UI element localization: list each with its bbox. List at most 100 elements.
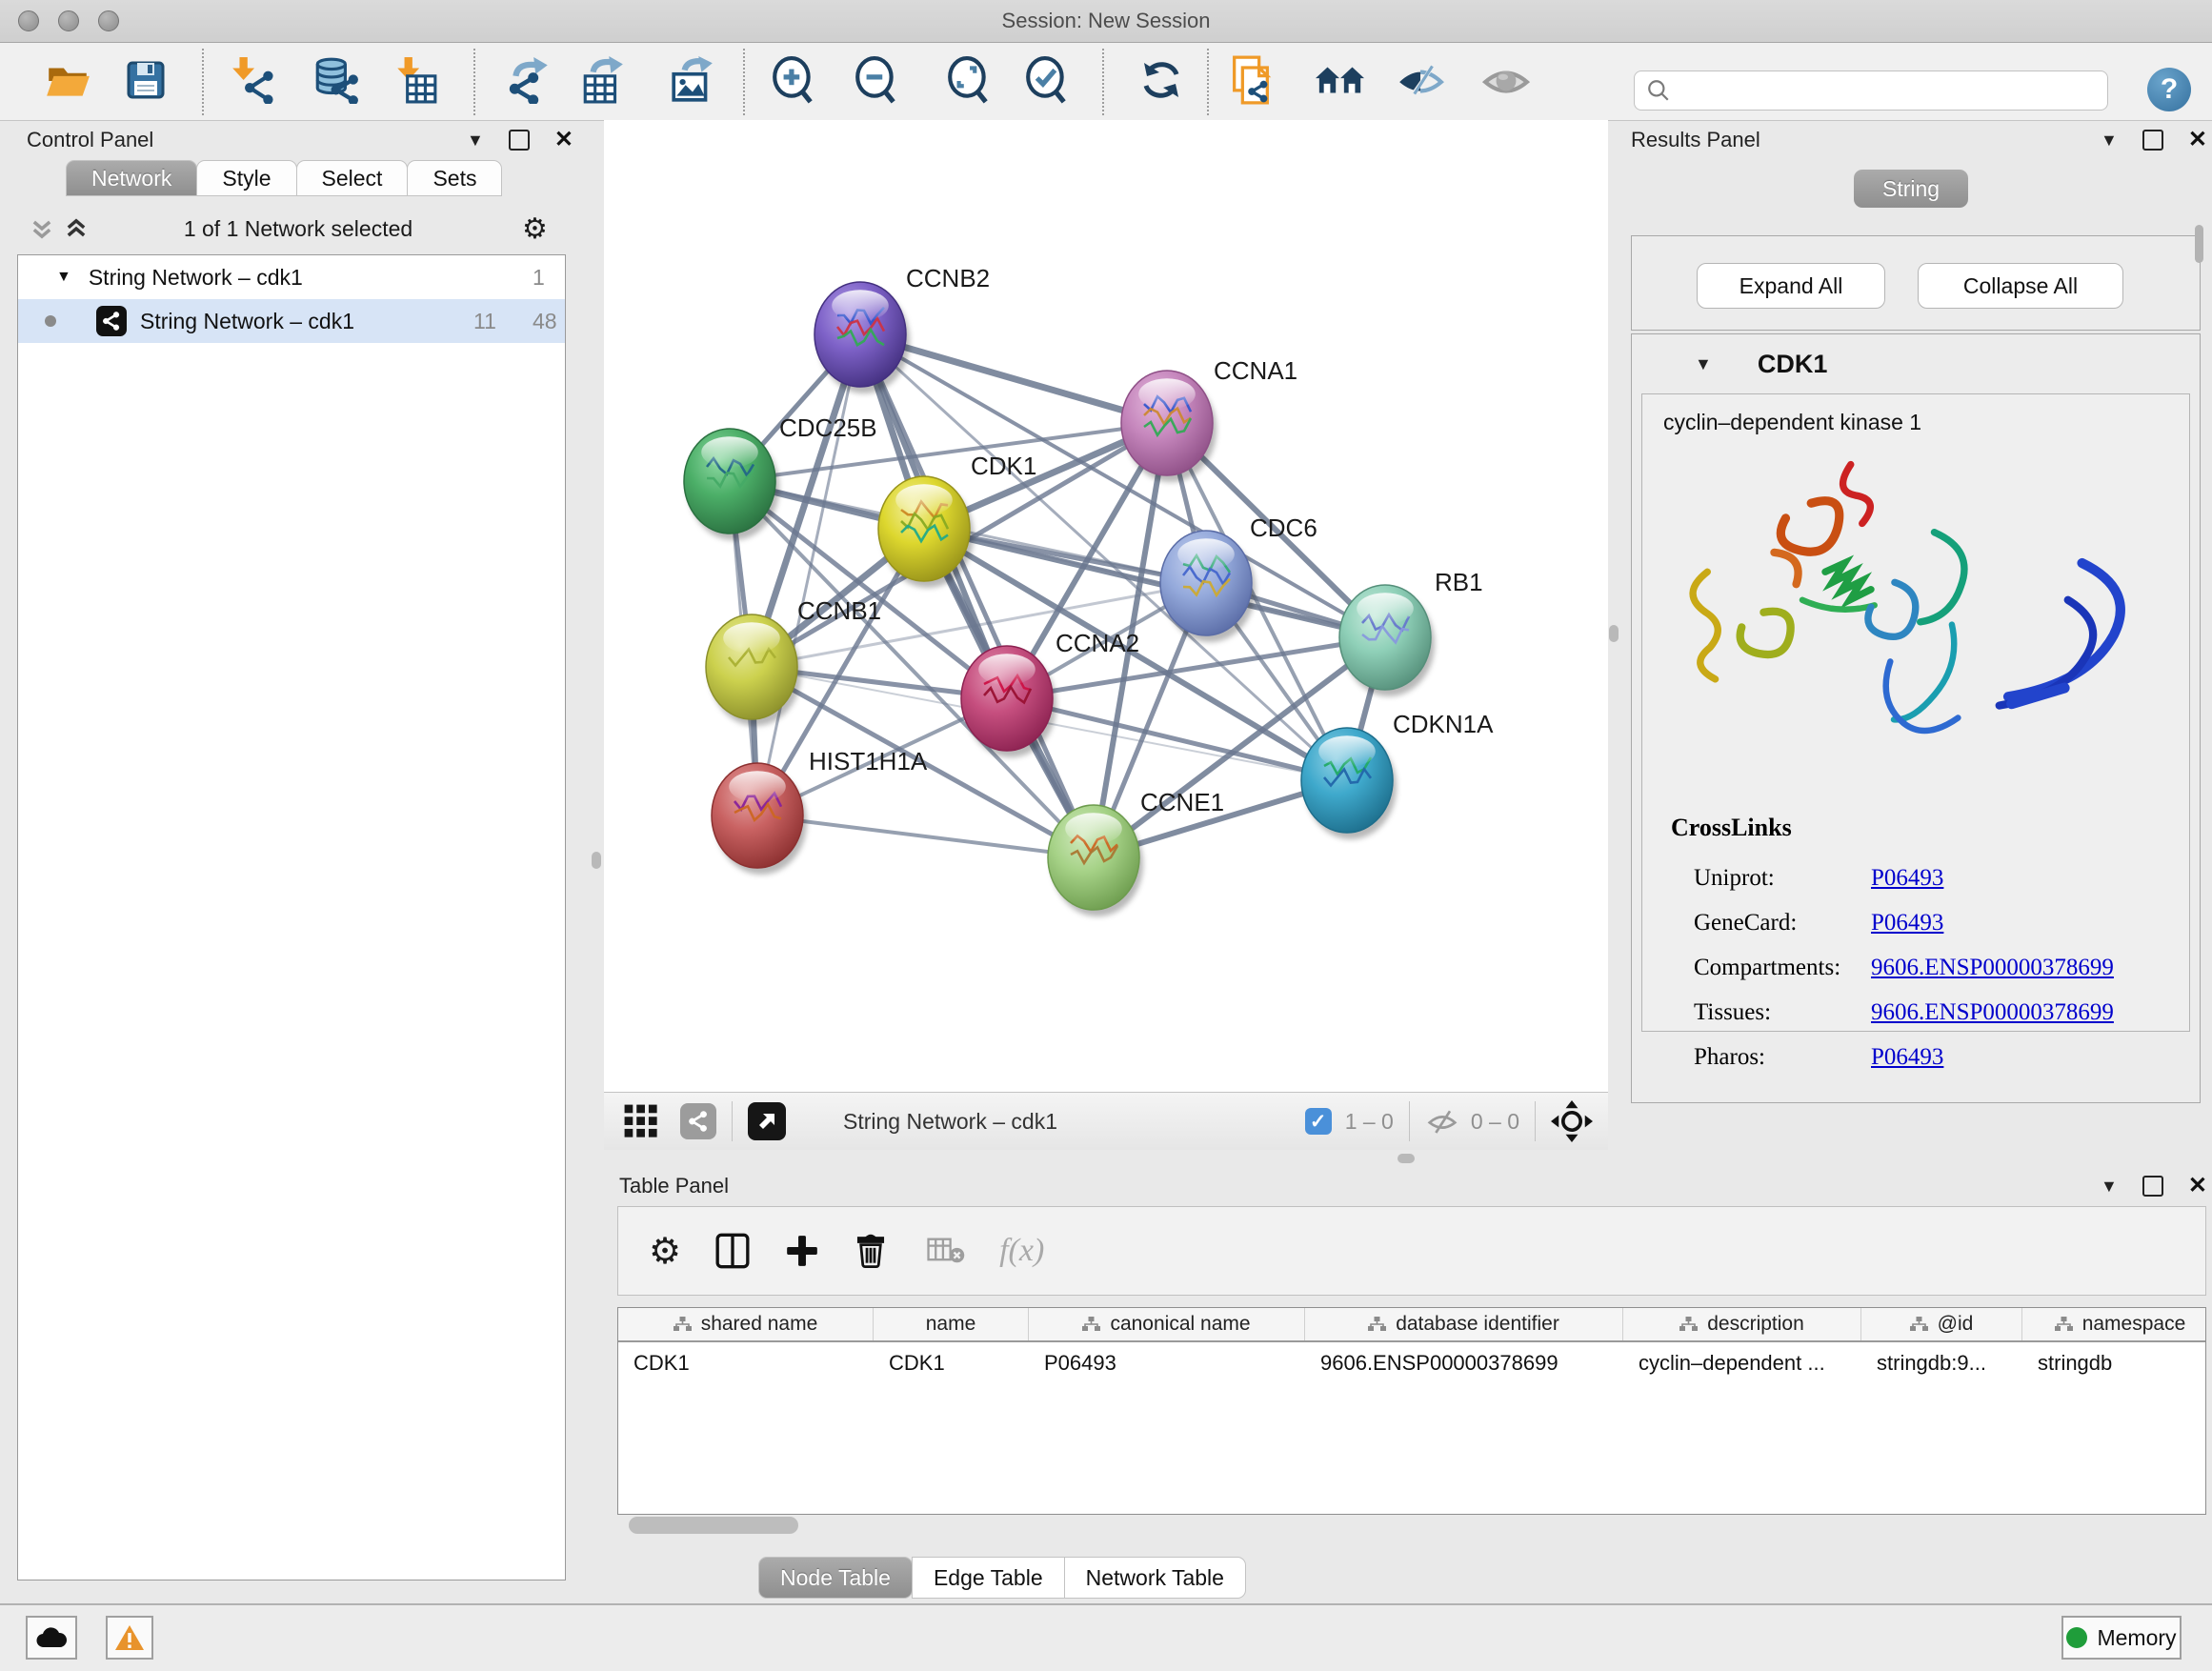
tab-edge-table[interactable]: Edge Table xyxy=(912,1557,1065,1599)
network-node-rb1[interactable]: RB1 xyxy=(1339,568,1483,696)
table-cell[interactable]: CDK1 xyxy=(618,1342,874,1384)
close-panel-icon[interactable]: ✕ xyxy=(2188,1178,2207,1195)
delete-column-trash-icon[interactable] xyxy=(853,1232,889,1270)
collapse-panel-icon[interactable]: ▼ xyxy=(2101,131,2118,151)
collection-expander-icon[interactable]: ▼ xyxy=(56,269,71,286)
collapse-panel-icon[interactable]: ▼ xyxy=(467,131,484,151)
table-cell[interactable]: stringdb xyxy=(2022,1342,2206,1384)
homes-button[interactable] xyxy=(1316,55,1365,105)
protein-section-header[interactable]: ▼ CDK1 xyxy=(1632,334,2200,393)
zoom-selected-button[interactable] xyxy=(1022,55,1072,105)
network-node-cdkn1a[interactable]: CDKN1A xyxy=(1301,710,1494,839)
zoom-out-button[interactable] xyxy=(852,55,901,105)
zoom-fit-button[interactable] xyxy=(944,55,994,105)
network-node-ccnb1[interactable]: CCNB1 xyxy=(706,596,881,726)
add-column-icon[interactable] xyxy=(784,1233,820,1269)
network-node-hist1h1a[interactable]: HIST1H1A xyxy=(712,747,928,875)
table-cell[interactable]: CDK1 xyxy=(874,1342,1029,1384)
left-splitter-handle[interactable] xyxy=(592,852,601,869)
float-panel-icon[interactable] xyxy=(2142,1176,2163,1197)
tab-network-table[interactable]: Network Table xyxy=(1064,1557,1246,1599)
crosslink-link[interactable]: 9606.ENSP00000378699 xyxy=(1871,955,2114,981)
results-scrollbar-thumb[interactable] xyxy=(2195,225,2203,263)
selected-checkbox-icon[interactable]: ✓ xyxy=(1305,1108,1332,1135)
search-input[interactable] xyxy=(1634,70,2108,111)
tab-sets[interactable]: Sets xyxy=(407,160,502,196)
network-edge[interactable] xyxy=(757,334,860,815)
table-row[interactable]: CDK1CDK1P064939606.ENSP00000378699cyclin… xyxy=(618,1342,2205,1384)
export-table-button[interactable] xyxy=(578,55,628,105)
open-session-button[interactable] xyxy=(43,55,92,105)
import-network-database-button[interactable] xyxy=(311,55,360,105)
import-table-file-button[interactable] xyxy=(391,55,440,105)
hide-graphics-button[interactable] xyxy=(1481,55,1531,105)
close-panel-icon[interactable]: ✕ xyxy=(2188,131,2207,149)
tab-style[interactable]: Style xyxy=(196,160,296,196)
network-edge[interactable] xyxy=(757,815,1094,857)
birds-eye-view-icon[interactable] xyxy=(748,1102,786,1140)
column-header-database-identifier[interactable]: database identifier xyxy=(1305,1308,1623,1340)
tab-network[interactable]: Network xyxy=(66,160,197,196)
crosslink-label: Tissues: xyxy=(1694,999,1871,1026)
column-header-shared-name[interactable]: shared name xyxy=(618,1308,874,1340)
network-edge[interactable] xyxy=(860,334,1094,857)
collapse-panel-icon[interactable]: ▼ xyxy=(2101,1177,2118,1197)
function-builder-icon: f(x) xyxy=(999,1233,1044,1269)
crosslink-link[interactable]: P06493 xyxy=(1871,910,1943,936)
toolbar-separator xyxy=(732,1101,733,1141)
crosslink-link[interactable]: P06493 xyxy=(1871,865,1943,892)
memory-button[interactable]: Memory xyxy=(2061,1616,2182,1660)
help-button[interactable]: ? xyxy=(2147,68,2191,111)
collapse-all-button[interactable]: Collapse All xyxy=(1918,263,2123,309)
crosslink-link[interactable]: 9606.ENSP00000378699 xyxy=(1871,999,2114,1026)
bottom-splitter-handle[interactable] xyxy=(1398,1154,1415,1163)
search-field[interactable] xyxy=(1679,77,2092,104)
save-session-button[interactable] xyxy=(121,55,171,105)
network-node-ccne1[interactable]: CCNE1 xyxy=(1048,788,1224,916)
table-panel-title: Table Panel xyxy=(619,1174,729,1198)
column-header-description[interactable]: description xyxy=(1623,1308,1861,1340)
cloud-button[interactable] xyxy=(26,1616,77,1660)
tab-select[interactable]: Select xyxy=(296,160,409,196)
column-header-id[interactable]: @id xyxy=(1861,1308,2022,1340)
show-graphics-details-button[interactable] xyxy=(1396,55,1445,105)
node-label: CDKN1A xyxy=(1393,710,1494,738)
node-label: CCNB2 xyxy=(906,264,990,292)
section-expander-icon[interactable]: ▼ xyxy=(1695,354,1712,374)
column-header-name[interactable]: name xyxy=(874,1308,1029,1340)
refresh-button[interactable] xyxy=(1136,55,1186,105)
show-columns-icon[interactable] xyxy=(714,1232,752,1270)
right-splitter-handle[interactable] xyxy=(1609,625,1619,642)
string-documents-button[interactable] xyxy=(1226,55,1276,105)
network-row[interactable]: String Network – cdk1 11 48 xyxy=(18,299,565,343)
network-status-dot-icon xyxy=(45,315,56,327)
network-node-cdc6[interactable]: CDC6 xyxy=(1160,513,1317,642)
warnings-button[interactable] xyxy=(106,1616,153,1660)
export-network-button[interactable] xyxy=(505,55,554,105)
import-network-file-button[interactable] xyxy=(228,55,277,105)
table-settings-gear-icon[interactable]: ⚙ xyxy=(649,1230,681,1273)
table-cell[interactable]: cyclin–dependent ... xyxy=(1623,1342,1861,1384)
network-share-view-icon[interactable] xyxy=(680,1103,716,1139)
tab-node-table[interactable]: Node Table xyxy=(758,1557,913,1599)
close-panel-icon[interactable]: ✕ xyxy=(554,131,573,149)
expand-all-button[interactable]: Expand All xyxy=(1697,263,1885,309)
export-image-button[interactable] xyxy=(668,55,717,105)
table-cell[interactable]: P06493 xyxy=(1029,1342,1305,1384)
network-collection-row[interactable]: ▼ String Network – cdk1 1 xyxy=(18,255,565,299)
network-canvas[interactable]: CCNB2CCNA1CDC25BCDK1CDC6RB1CCNB1CCNA2CDK… xyxy=(604,120,1608,1092)
table-cell[interactable]: stringdb:9... xyxy=(1861,1342,2022,1384)
control-panel-controls: ▼ ✕ xyxy=(467,130,573,151)
table-cell[interactable]: 9606.ENSP00000378699 xyxy=(1305,1342,1623,1384)
zoom-in-button[interactable] xyxy=(769,55,818,105)
float-panel-icon[interactable] xyxy=(2142,130,2163,151)
fit-content-crosshair-icon[interactable] xyxy=(1551,1100,1593,1142)
grid-view-icon[interactable] xyxy=(623,1103,659,1139)
network-options-gear-icon[interactable]: ⚙ xyxy=(522,212,548,246)
float-panel-icon[interactable] xyxy=(509,130,530,151)
crosslink-link[interactable]: P06493 xyxy=(1871,1044,1943,1071)
table-hscrollbar-thumb[interactable] xyxy=(629,1517,798,1534)
column-header-namespace[interactable]: namespace xyxy=(2022,1308,2206,1340)
column-header-canonical-name[interactable]: canonical name xyxy=(1029,1308,1305,1340)
tab-string[interactable]: String xyxy=(1854,170,1968,208)
